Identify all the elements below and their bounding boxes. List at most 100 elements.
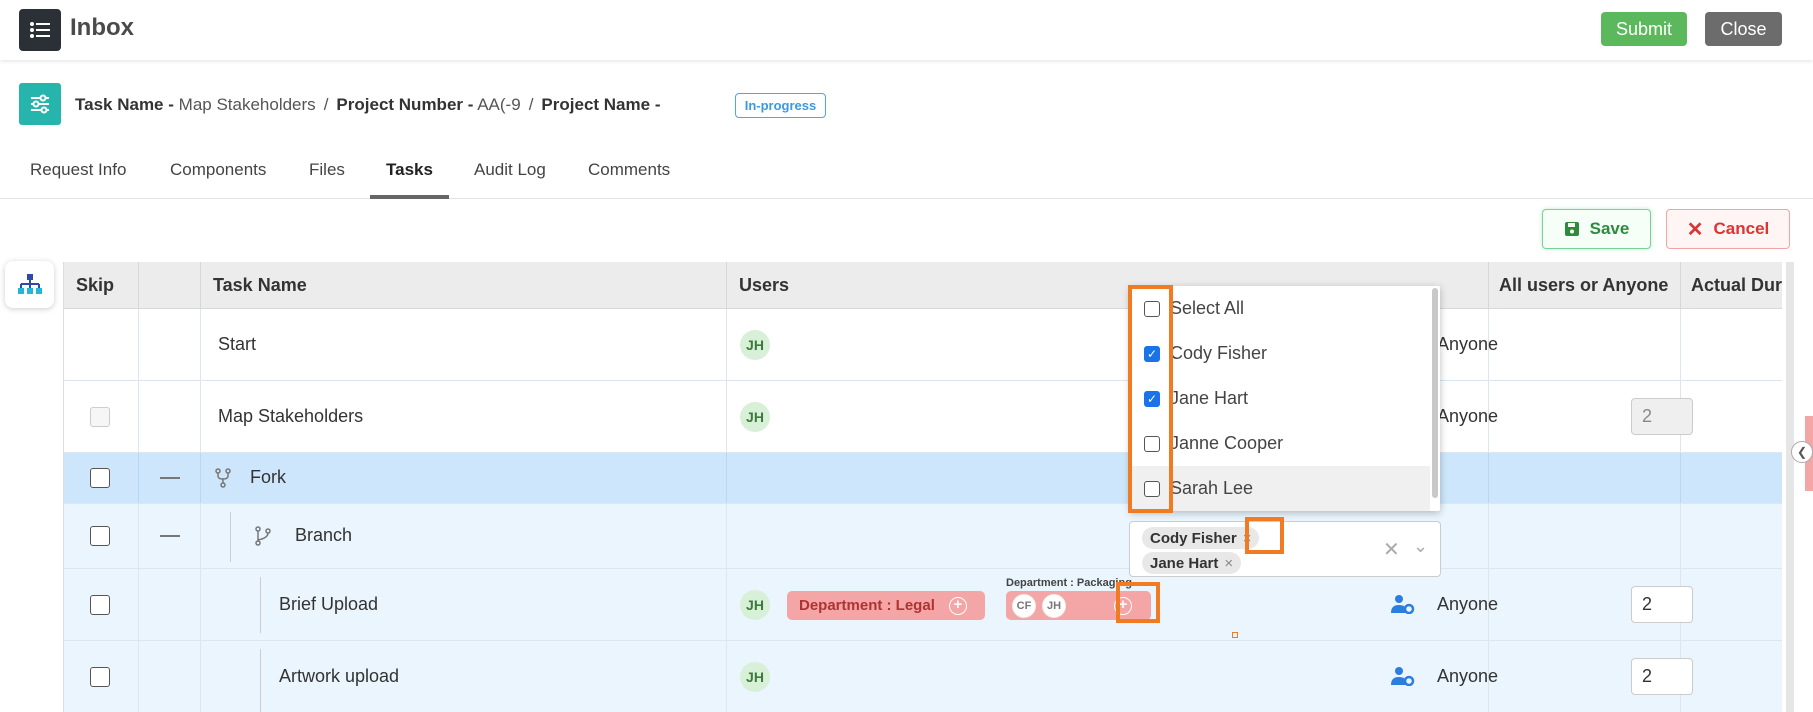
tab-bar: Request Info Components Files Tasks Audi…	[0, 150, 1813, 199]
avatar: JH	[740, 402, 770, 432]
menu-icon[interactable]	[19, 9, 61, 51]
task-name: Branch	[295, 525, 353, 545]
submit-button[interactable]: Submit	[1601, 12, 1687, 46]
breadcrumb: Task Name - Map Stakeholders / Project Num…	[75, 95, 661, 115]
chevron-down-icon[interactable]: ⌄	[1413, 536, 1428, 557]
clear-icon[interactable]: ✕	[1383, 537, 1400, 562]
table-row: Fork	[64, 453, 1782, 504]
task-name: Map Stakeholders	[218, 406, 364, 426]
dash: -	[467, 95, 474, 114]
dash: -	[168, 95, 174, 114]
task-name: Artwork upload	[279, 666, 400, 686]
user-settings-icon[interactable]	[1391, 666, 1415, 686]
page-title: Inbox	[70, 14, 134, 41]
cancel-button[interactable]: ✕ Cancel	[1666, 209, 1790, 249]
task-name-label: Task Name	[75, 95, 164, 114]
table-row: Brief Upload JH Department : Legal + Dep…	[64, 569, 1782, 641]
task-name: Fork	[250, 467, 286, 487]
option-cody-fisher[interactable]: ✓ Cody Fisher	[1130, 331, 1430, 376]
tab-comments[interactable]: Comments	[588, 160, 670, 199]
skip-checkbox[interactable]	[90, 667, 110, 687]
scope-value: Anyone	[1437, 594, 1499, 614]
column-header-blank	[139, 262, 201, 309]
avatar: JH	[1042, 593, 1066, 618]
highlight-box	[1128, 285, 1173, 513]
avatar: CF	[1012, 593, 1036, 618]
separator: /	[323, 95, 329, 114]
option-sarah-lee[interactable]: Sarah Lee	[1130, 466, 1430, 511]
table-row: Start JH Anyone	[64, 309, 1782, 381]
table-row: Map Stakeholders JH Anyone 2	[64, 381, 1782, 453]
department-legal-pill[interactable]: Department : Legal +	[787, 591, 985, 620]
project-number-value: AA(-9	[477, 95, 521, 114]
avatar: JH	[740, 590, 770, 620]
skip-checkbox[interactable]	[90, 407, 110, 427]
collapse-icon[interactable]	[160, 535, 180, 537]
fork-icon	[215, 468, 231, 488]
option-jane-hart[interactable]: ✓ Jane Hart	[1130, 376, 1430, 421]
department-label: Department : Legal	[799, 597, 935, 614]
highlight-box	[1116, 582, 1160, 623]
project-name-label: Project Name	[541, 95, 651, 114]
close-icon: ✕	[1686, 218, 1704, 241]
remove-icon[interactable]: ×	[1224, 555, 1233, 572]
close-button[interactable]: Close	[1705, 12, 1782, 46]
table-row: Branch	[64, 504, 1782, 569]
tab-request-info[interactable]: Request Info	[30, 160, 126, 199]
highlight-box	[1245, 517, 1284, 554]
cancel-label: Cancel	[1713, 219, 1770, 238]
user-select-dropdown: Select All ✓ Cody Fisher ✓ Jane Hart Jan…	[1130, 286, 1440, 511]
duration-input[interactable]: 2	[1631, 398, 1693, 435]
user-multiselect[interactable]: Cody Fisher × Jane Hart × ✕ ⌄	[1129, 521, 1441, 577]
org-chart-icon[interactable]	[5, 261, 54, 308]
skip-checkbox[interactable]	[90, 526, 110, 546]
task-name: Brief Upload	[279, 594, 379, 614]
skip-checkbox[interactable]	[90, 468, 110, 488]
scope-value: Anyone	[1437, 334, 1499, 354]
option-label: Janne Cooper	[1170, 433, 1284, 453]
avatar: JH	[740, 330, 770, 360]
tab-tasks[interactable]: Tasks	[370, 160, 449, 199]
scope-value: Anyone	[1437, 406, 1499, 426]
chip-label: Cody Fisher	[1150, 529, 1237, 547]
task-name-value: Map Stakeholders	[178, 95, 316, 114]
tab-files[interactable]: Files	[309, 160, 345, 199]
save-button[interactable]: Save	[1542, 209, 1651, 249]
save-label: Save	[1589, 219, 1630, 238]
option-label: Jane Hart	[1170, 388, 1249, 408]
scrollbar[interactable]	[1432, 288, 1438, 498]
project-number-label: Project Number	[336, 95, 464, 114]
option-janne-cooper[interactable]: Janne Cooper	[1130, 421, 1430, 466]
column-header-skip: Skip	[64, 262, 139, 309]
option-label: Sarah Lee	[1170, 478, 1254, 498]
floppy-icon	[1564, 222, 1579, 236]
avatar: JH	[740, 662, 770, 692]
chip-label: Jane Hart	[1150, 554, 1219, 572]
task-name: Start	[218, 334, 257, 354]
chevron-left-icon[interactable]: ❮	[1791, 441, 1813, 463]
collapse-icon[interactable]	[160, 477, 180, 479]
option-label: Cody Fisher	[1170, 343, 1268, 363]
selected-chip: Cody Fisher ×	[1142, 527, 1260, 549]
scope-value: Anyone	[1437, 666, 1499, 686]
duration-input[interactable]: 2	[1631, 658, 1693, 695]
option-select-all[interactable]: Select All	[1130, 286, 1430, 331]
tab-components[interactable]: Components	[170, 160, 266, 199]
add-icon[interactable]: +	[948, 596, 967, 615]
table-row: Artwork upload JH Anyone 2	[64, 641, 1782, 712]
column-header-scope: All users or Anyone	[1489, 262, 1681, 309]
option-label: Select All	[1170, 298, 1245, 318]
scrollbar[interactable]	[1786, 262, 1794, 712]
duration-input[interactable]: 2	[1631, 586, 1693, 623]
user-settings-icon[interactable]	[1391, 594, 1415, 614]
selected-chip: Jane Hart ×	[1142, 552, 1242, 574]
skip-checkbox[interactable]	[90, 595, 110, 615]
column-header-task-name: Task Name	[201, 262, 727, 309]
separator: /	[528, 95, 534, 114]
top-bar: Inbox Submit Close	[0, 0, 1813, 60]
marker	[1232, 632, 1238, 638]
tasks-table: Skip Task Name Users All users or Anyone…	[63, 262, 1782, 712]
tab-audit-log[interactable]: Audit Log	[474, 160, 546, 199]
branch-icon	[255, 526, 271, 546]
status-badge: In-progress	[735, 93, 826, 118]
